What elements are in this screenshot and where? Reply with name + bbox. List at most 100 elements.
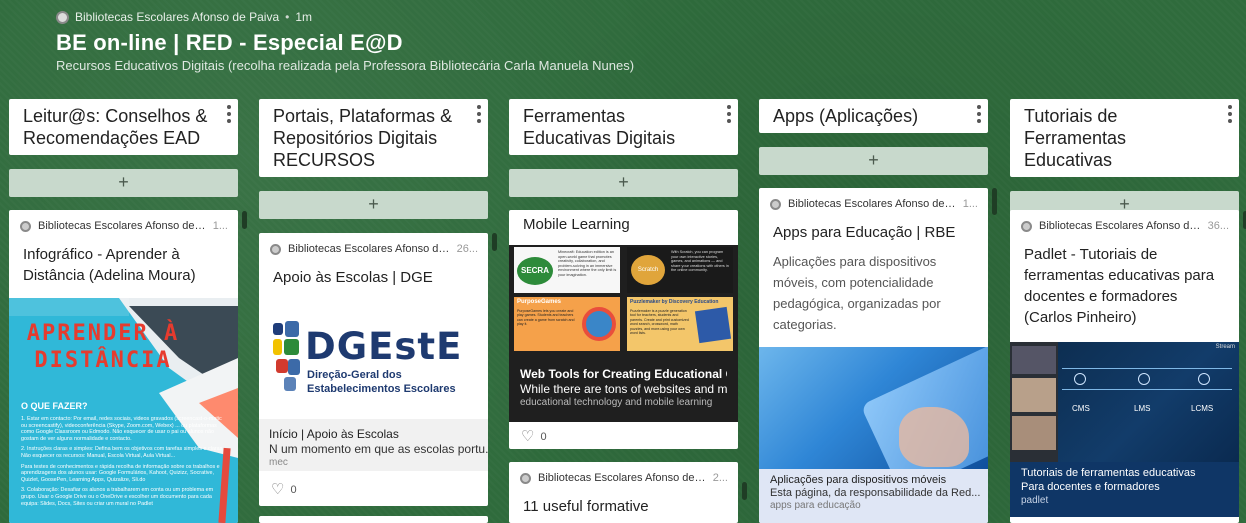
author-avatar — [270, 243, 281, 255]
link-title: Aplicações para dispositivos móveis — [770, 474, 947, 486]
post-card[interactable]: Bibliotecas Escolares Afonso de... 26...… — [259, 233, 488, 506]
infographic-item: Para testes de conhecimentos e rápida re… — [21, 463, 220, 483]
author-avatar — [520, 472, 531, 484]
board-author-line: Bibliotecas Escolares Afonso de Paiva • … — [56, 8, 634, 26]
author-avatar — [1021, 220, 1032, 232]
add-post-button[interactable]: + — [509, 169, 738, 197]
column-scrollbar[interactable] — [742, 482, 747, 500]
tool-thumb-label: Scratch — [631, 255, 665, 285]
post-time: 1... — [212, 220, 228, 232]
link-source: apps para educação — [770, 500, 861, 511]
post-title: Padlet - Tutoriais de ferramentas educat… — [1024, 246, 1215, 326]
heart-icon[interactable]: ♡ — [271, 482, 284, 497]
more-vertical-icon[interactable] — [226, 105, 232, 123]
column-header: Ferramentas Educativas Digitais — [509, 99, 738, 155]
slide-diagram — [1062, 368, 1232, 390]
separator-dot: • — [285, 10, 290, 24]
link-preview[interactable]: SECRA Minecraft: Education edition is an… — [509, 245, 738, 422]
column-tutoriais: Tutoriais de Ferramentas Educativas + — [1010, 99, 1239, 219]
like-control[interactable]: ♡ 0 — [259, 482, 309, 497]
post-title: Mobile Learning — [523, 216, 630, 233]
link-description: Esta página, da responsabilidade da Red.… — [770, 487, 981, 499]
column-header: Portais, Plataformas & Repositórios Digi… — [259, 99, 488, 177]
column-title: Portais, Plataformas & Repositórios Digi… — [273, 106, 453, 170]
board-updated-time: 1m — [295, 10, 312, 24]
post-author: Bibliotecas Escolares Afonso de Paiva 2.… — [509, 462, 738, 486]
dgeste-logo[interactable]: DGEstE Direção-Geral dos Estabelecimento… — [259, 321, 488, 419]
link-title: Tutoriais de ferramentas educativas — [1021, 467, 1196, 479]
dgeste-wordmark: DGEstE — [305, 325, 463, 368]
column-scrollbar[interactable] — [492, 233, 497, 251]
dgeste-line1: Direção-Geral dos — [307, 369, 402, 381]
column-header: Leitur@s: Conselhos & Recomendações EAD — [9, 99, 238, 155]
link-text: Aplicações para dispositivos móveis Esta… — [759, 469, 988, 523]
post-author: Bibliotecas Escolares Afonso de... 26... — [259, 233, 488, 257]
tool-thumb-text: PurposeGames lets you create and play ga… — [517, 309, 575, 327]
post-title: Apoio às Escolas | DGE — [273, 269, 433, 286]
slide-node-label: LCMS — [1191, 404, 1214, 413]
tool-thumb-text: With Scratch, you can program your own i… — [671, 250, 729, 273]
heart-icon[interactable]: ♡ — [521, 429, 534, 444]
slide-node-label: LMS — [1134, 404, 1151, 413]
author-avatar — [20, 220, 31, 232]
link-description: N um momento em que as escolas portu... — [269, 442, 488, 456]
dgeste-line2: Estabelecimentos Escolares — [307, 383, 456, 395]
link-text: Web Tools for Creating Educational Gam..… — [509, 367, 738, 408]
more-vertical-icon[interactable] — [1227, 105, 1233, 123]
post-card[interactable]: Bibliotecas Escolares Afonso de Paiva 1.… — [9, 210, 238, 523]
add-post-button[interactable]: + — [259, 191, 488, 219]
infographic-item: 1. Estar em contacto: Por email, redes s… — [21, 416, 222, 442]
post-time: 36... — [1207, 220, 1229, 232]
infographic-subhead: O QUE FAZER? — [21, 401, 88, 411]
more-vertical-icon[interactable] — [726, 105, 732, 123]
like-control[interactable]: ♡ 0 — [509, 429, 559, 444]
tool-thumb-graphic — [582, 307, 616, 341]
more-vertical-icon[interactable] — [976, 105, 982, 123]
infographic-image[interactable]: APRENDER À DISTÂNCIA O QUE FAZER? 1. Est… — [9, 298, 238, 523]
column-ferramentas: Ferramentas Educativas Digitais + — [509, 99, 738, 197]
post-time: 1... — [962, 198, 978, 210]
tool-thumb: Puzzlemaker by Discovery Education Puzzl… — [627, 297, 733, 351]
link-description: Para docentes e formadores — [1021, 481, 1160, 493]
link-title: Início | Apoio às Escolas — [269, 427, 399, 441]
infographic-headline: APRENDER À DISTÂNCIA — [26, 321, 180, 373]
column-scrollbar[interactable] — [992, 188, 997, 215]
post-time: 26... — [456, 243, 478, 255]
link-source: educational technology and mobile learni… — [520, 397, 713, 408]
tool-thumb-label: PurposeGames — [517, 299, 562, 305]
post-card[interactable] — [259, 516, 488, 523]
link-preview[interactable]: Stream CMS LMS LCMS Tutoriais de ferrame… — [1010, 342, 1239, 517]
column-scrollbar[interactable] — [242, 211, 247, 229]
post-card[interactable]: Bibliotecas Escolares Afonso de Paiva 2.… — [509, 462, 738, 523]
link-description: While there are tons of websites and mo.… — [520, 382, 727, 396]
post-author-name: Bibliotecas Escolares Afonso de Paiva — [38, 220, 206, 232]
add-post-button[interactable]: + — [9, 169, 238, 197]
post-card[interactable]: Bibliotecas Escolares Afonso de Paiva 1.… — [759, 188, 988, 523]
column-portais: Portais, Plataformas & Repositórios Digi… — [259, 99, 488, 219]
infographic-item: 3. Colaboração: Desafiar os alunos a tra… — [21, 487, 214, 507]
tool-thumb: SECRA Minecraft: Education edition is an… — [514, 247, 620, 293]
link-source: padlet — [1021, 495, 1049, 506]
post-author-name: Bibliotecas Escolares Afonso de Paiva — [538, 472, 706, 484]
post-title: Infográfico - Aprender à Distância (Adel… — [23, 246, 196, 284]
board-author-name[interactable]: Bibliotecas Escolares Afonso de Paiva — [75, 10, 279, 24]
add-post-button[interactable]: + — [759, 147, 988, 175]
author-avatar[interactable] — [56, 10, 69, 24]
post-card[interactable]: Bibliotecas Escolares Afonso de Paiva 36… — [1010, 210, 1239, 523]
board-subtitle: Recursos Educativos Digitais (recolha re… — [56, 58, 635, 73]
tool-thumb-graphic — [694, 306, 732, 344]
video-slide-image: Stream CMS LMS LCMS — [1010, 342, 1239, 462]
column-apps: Apps (Aplicações) + — [759, 99, 988, 175]
tools-collage-image: SECRA Minecraft: Education edition is an… — [509, 245, 738, 363]
column-title: Apps (Aplicações) — [773, 106, 919, 126]
webcam-panel — [1010, 342, 1058, 462]
column-header: Apps (Aplicações) — [759, 99, 988, 133]
post-title: Apps para Educação | RBE — [773, 224, 956, 241]
link-preview[interactable]: Início | Apoio às Escolas N um momento e… — [259, 419, 488, 471]
link-preview[interactable]: Aplicações para dispositivos móveis Esta… — [759, 347, 988, 523]
tool-thumb: PurposeGames PurposeGames lets you creat… — [514, 297, 620, 351]
more-vertical-icon[interactable] — [476, 105, 482, 123]
like-count: 0 — [290, 483, 297, 496]
post-card[interactable]: Mobile Learning SECRA Minecraft: Educati… — [509, 210, 738, 449]
tool-thumb-text: Puzzlemaker is a puzzle generation tool … — [630, 309, 689, 336]
